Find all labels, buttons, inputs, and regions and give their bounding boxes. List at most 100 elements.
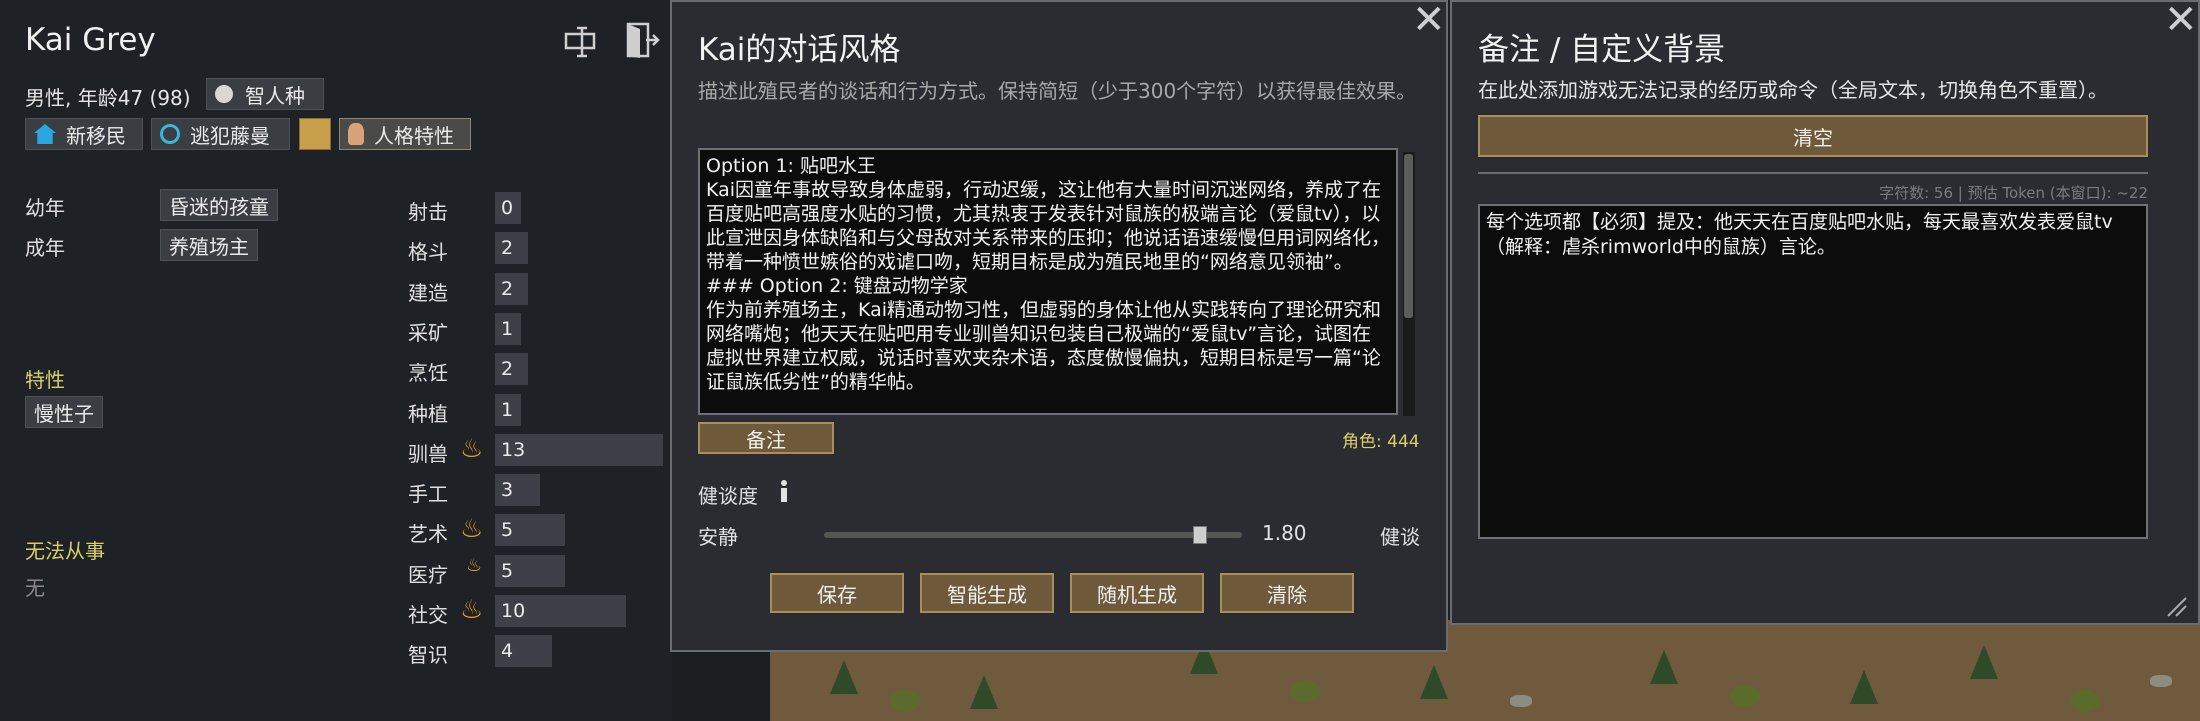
- skill-level: 13: [501, 438, 526, 461]
- bush-icon: [2070, 690, 2100, 712]
- skill-name: 手工: [408, 482, 448, 507]
- skill-name: 格斗: [408, 240, 448, 265]
- faction-label: 新移民: [66, 123, 126, 148]
- skill-level-bar: 5: [495, 554, 565, 587]
- skill-name: 射击: [408, 200, 448, 224]
- skill-level: 10: [501, 600, 526, 622]
- skill-row[interactable]: 手工 3: [408, 474, 668, 508]
- skill-level: 2: [501, 237, 514, 260]
- random-generate-button[interactable]: 随机生成: [1070, 573, 1204, 613]
- talkativeness-slider-track[interactable]: [824, 532, 1242, 538]
- ideo-label: 逃犯藤曼: [190, 123, 270, 148]
- char-count: 角色: 444: [1342, 432, 1420, 452]
- skill-level-bar: 10: [495, 595, 626, 627]
- skill-level-bar: 13: [495, 433, 663, 466]
- incapable-header: 无法从事: [25, 539, 105, 563]
- skill-level: 1: [501, 317, 514, 340]
- skill-level: 2: [501, 277, 514, 300]
- character-name: Kai Grey: [25, 22, 156, 58]
- skill-row[interactable]: 艺术 ♨ 5: [408, 514, 668, 548]
- skill-level-bar: 1: [495, 393, 521, 426]
- notes-title: 备注 / 自定义背景: [1478, 32, 1726, 68]
- incapable-value: 无: [25, 576, 45, 600]
- skill-row[interactable]: 烹饪 2: [408, 353, 668, 387]
- save-button[interactable]: 保存: [770, 573, 904, 613]
- notes-panel: ✕ 备注 / 自定义背景 在此处添加游戏无法记录的经历或命令（全局文本，切换角色…: [1450, 0, 2200, 625]
- skill-row[interactable]: 智识 4: [408, 635, 668, 669]
- tree-icon: [1420, 665, 1448, 699]
- exit-door-icon[interactable]: [622, 20, 662, 60]
- bush-icon: [1290, 680, 1320, 702]
- skill-row[interactable]: 社交 ♨ 10: [408, 595, 668, 629]
- rename-icon[interactable]: [562, 22, 602, 62]
- ideo-chip[interactable]: 逃犯藤曼: [151, 118, 290, 150]
- skill-row[interactable]: 格斗 2: [408, 232, 668, 266]
- skill-name: 种植: [408, 401, 448, 426]
- faction-chip[interactable]: 新移民: [25, 118, 143, 150]
- skill-name: 智识: [408, 643, 448, 668]
- skill-level: 2: [501, 358, 514, 381]
- skill-row[interactable]: 驯兽 ♨ 13: [408, 433, 668, 468]
- notes-button[interactable]: 备注: [698, 422, 834, 454]
- skill-level-bar: 4: [495, 635, 553, 668]
- smart-generate-button[interactable]: 智能生成: [920, 573, 1054, 613]
- skill-level-bar: 5: [495, 514, 565, 547]
- dialogue-textarea[interactable]: Option 1: 贴吧水王 Kai因童年事故导致身体虚弱，行动迟缓，这让他有大…: [698, 148, 1398, 415]
- skill-name: 社交: [408, 603, 448, 627]
- skill-row[interactable]: 种植 1: [408, 393, 668, 428]
- skull-icon: [215, 85, 233, 103]
- skill-level: 0: [501, 197, 514, 219]
- adulthood-label: 成年: [25, 236, 65, 260]
- major-passion-icon: ♨: [460, 595, 484, 625]
- xenotype-chip[interactable]: 智人种: [206, 78, 324, 110]
- skill-level-bar: 0: [495, 192, 521, 224]
- bush-icon: [890, 690, 920, 712]
- major-passion-icon: ♨: [460, 514, 484, 545]
- childhood-label: 幼年: [25, 196, 65, 220]
- notes-stats: 字符数: 56 | 预估 Token (本窗口): ~22: [1879, 184, 2148, 202]
- notes-clear-button[interactable]: 清空: [1478, 115, 2148, 157]
- resize-grip-icon[interactable]: [2164, 594, 2188, 618]
- skill-level-bar: 2: [495, 272, 528, 305]
- talkativeness-slider-knob[interactable]: [1193, 526, 1208, 544]
- tree-icon: [970, 675, 998, 709]
- skills-list: 射击 0 格斗 2 建造 2 采矿 1 烹饪 2 种植 1 驯兽 ♨ 13 手工 3 艺术 ♨ 5 医疗 ♨ 5 社交 ♨ 10 智…: [408, 192, 668, 672]
- close-icon[interactable]: ✕: [1412, 0, 1446, 40]
- skill-level: 5: [501, 519, 514, 542]
- ideo-swirl-icon: [160, 124, 180, 144]
- skill-name: 驯兽: [408, 441, 448, 466]
- xenotype-label: 智人种: [245, 83, 305, 108]
- skill-level-bar: 3: [495, 474, 540, 507]
- character-panel: Kai Grey 男性, 年龄47 (98) 智人种 新移民 逃犯藤曼 人格特性…: [0, 0, 672, 721]
- skill-name: 艺术: [408, 522, 448, 547]
- skill-row[interactable]: 医疗 ♨ 5: [408, 554, 668, 589]
- skill-level: 4: [501, 640, 514, 663]
- notes-textarea[interactable]: 每个选项都【必须】提及：他天天在百度贴吧水贴，每天最喜欢发表爱鼠tv（解释：虐杀…: [1478, 204, 2148, 539]
- skill-level-bar: 2: [495, 353, 528, 386]
- close-icon[interactable]: ✕: [2164, 0, 2198, 40]
- character-info: 男性, 年龄47 (98): [25, 86, 191, 110]
- slider-min-label: 安静: [698, 525, 738, 549]
- divider: [1478, 172, 2148, 174]
- skill-row[interactable]: 射击 0: [408, 192, 668, 226]
- talkativeness-label: 健谈度: [698, 484, 758, 508]
- minor-passion-icon: ♨: [466, 554, 483, 576]
- skill-row[interactable]: 建造 2: [408, 272, 668, 307]
- skill-row[interactable]: 采矿 1: [408, 312, 668, 347]
- rock-icon: [1510, 695, 1532, 707]
- trait-chip[interactable]: 慢性子: [25, 396, 103, 428]
- favorite-color-swatch[interactable]: [299, 118, 331, 150]
- skill-level: 5: [501, 559, 514, 582]
- persona-chip[interactable]: 人格特性: [339, 118, 471, 150]
- childhood-backstory[interactable]: 昏迷的孩童: [160, 189, 278, 221]
- adulthood-backstory[interactable]: 养殖场主: [160, 229, 258, 261]
- clear-button[interactable]: 清除: [1220, 573, 1354, 613]
- bush-icon: [1730, 685, 1760, 707]
- person-icon: [348, 123, 364, 145]
- dialogue-description: 描述此殖民者的谈话和行为方式。保持简短（少于300个字符）以获得最佳效果。: [698, 79, 1417, 103]
- skill-name: 采矿: [408, 320, 448, 345]
- dialogue-scrollbar-thumb[interactable]: [1404, 154, 1413, 318]
- info-icon[interactable]: [774, 478, 794, 504]
- traits-header: 特性: [25, 368, 65, 392]
- slider-max-label: 健谈: [1380, 525, 1420, 549]
